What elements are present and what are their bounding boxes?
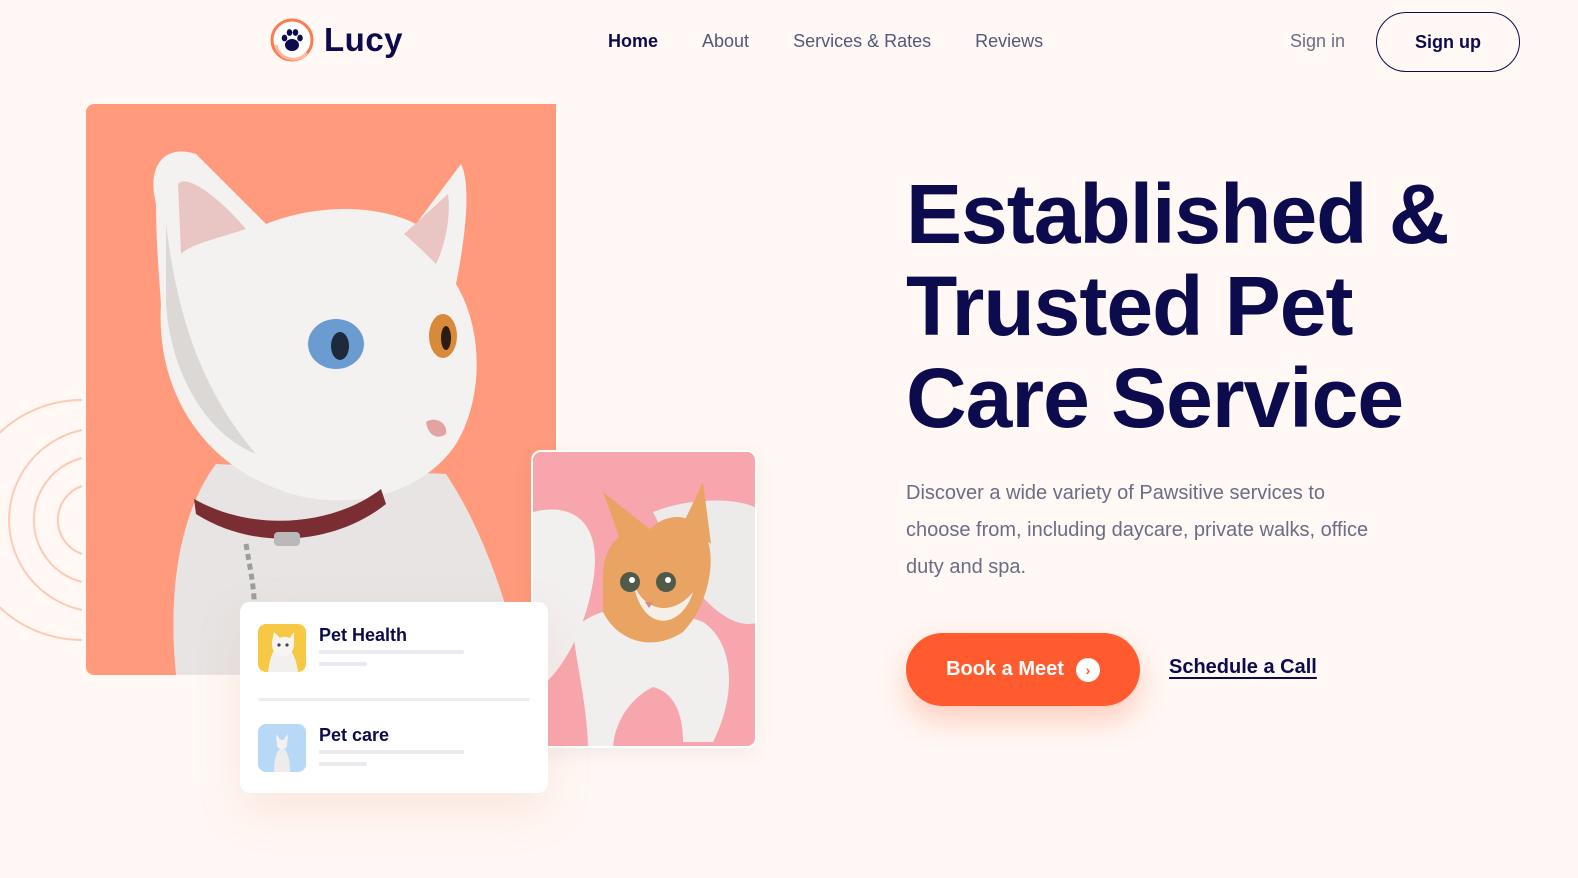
logo[interactable]: Lucy [270, 18, 403, 62]
nav-item-reviews[interactable]: Reviews [975, 28, 1043, 54]
book-a-meet-label: Book a Meet [946, 658, 1064, 680]
brand-name: Lucy [324, 21, 404, 58]
nav-item-home[interactable]: Home [608, 28, 658, 54]
nav-item-about[interactable]: About [702, 28, 749, 54]
paw-logo-icon [270, 18, 314, 62]
white-cat-photo [86, 104, 556, 675]
orange-kitten-photo [531, 450, 757, 748]
placeholder-bar [319, 650, 464, 654]
card-item-pet-health[interactable]: Pet Health [258, 624, 530, 676]
pet-health-thumbnail [258, 624, 306, 672]
chevron-right-icon: › [1075, 657, 1100, 682]
decorative-stripes [558, 104, 612, 216]
main-nav: Home About Services & Rates Reviews [608, 28, 1087, 54]
placeholder-bar [319, 662, 367, 666]
card-item-title: Pet care [319, 725, 390, 745]
decorative-arcs [0, 390, 100, 650]
card-item-pet-care[interactable]: Pet care [258, 724, 530, 776]
services-card: Pet Health Pet care [240, 602, 548, 793]
hero-headline: Established & Trusted Pet Care Service [906, 167, 1449, 445]
placeholder-bar [319, 762, 367, 766]
sign-in-link[interactable]: Sign in [1290, 28, 1345, 54]
card-divider [258, 698, 530, 701]
hero-description: Discover a wide variety of Pawsitive ser… [906, 482, 1369, 578]
card-item-title: Pet Health [319, 625, 408, 645]
nav-item-services-rates[interactable]: Services & Rates [793, 28, 931, 54]
pet-care-thumbnail [258, 724, 306, 772]
sign-up-button[interactable]: Sign up [1376, 12, 1520, 72]
placeholder-bar [319, 750, 464, 754]
schedule-a-call-link[interactable]: Schedule a Call [1169, 656, 1317, 679]
book-a-meet-button[interactable]: Book a Meet › [906, 633, 1140, 706]
